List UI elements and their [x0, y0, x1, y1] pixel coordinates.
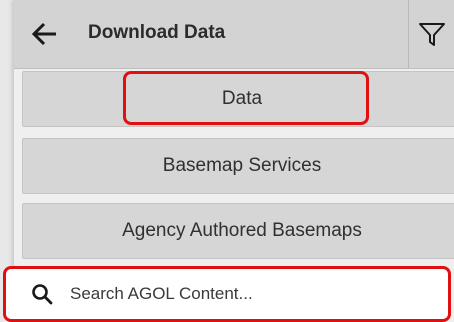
agency-authored-basemaps-button[interactable]: Agency Authored Basemaps — [22, 203, 454, 259]
arrow-left-icon — [31, 22, 56, 46]
filter-button[interactable] — [408, 0, 454, 68]
funnel-icon — [419, 23, 445, 46]
basemap-services-button[interactable]: Basemap Services — [22, 138, 454, 194]
header-bar: Download Data — [14, 0, 454, 69]
data-button[interactable]: Data — [22, 71, 454, 127]
search-icon — [32, 284, 53, 305]
back-button[interactable] — [24, 14, 64, 54]
search-bar — [3, 266, 451, 322]
page-title: Download Data — [88, 22, 226, 43]
search-input[interactable] — [70, 279, 430, 309]
